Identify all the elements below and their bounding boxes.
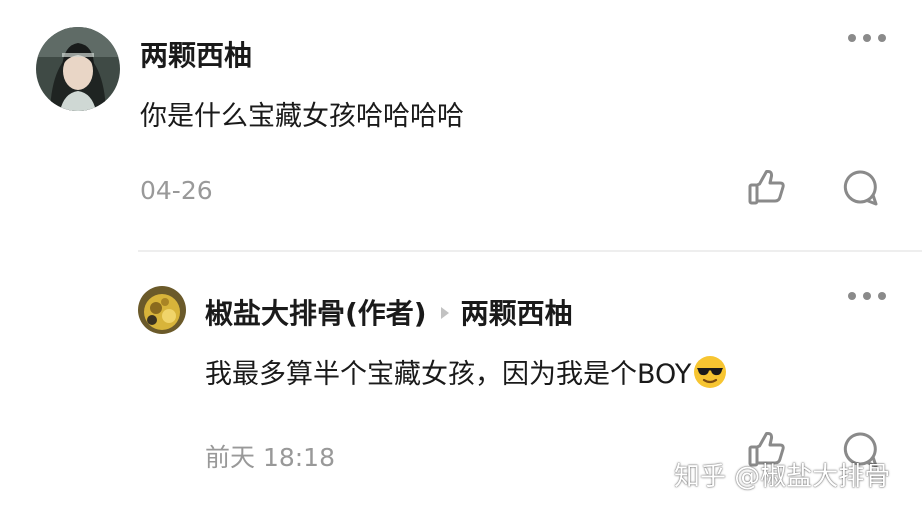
comment-time: 04-26 [140, 176, 213, 205]
more-dots-icon[interactable] [848, 290, 886, 302]
reply-to-user[interactable]: 两颗西柚 [461, 297, 573, 330]
comment-item: 两颗西柚 你是什么宝藏女孩哈哈哈哈 04-26 [0, 0, 922, 250]
more-dots-icon[interactable] [848, 32, 886, 44]
avatar-image [138, 286, 186, 334]
reply-arrow-icon [440, 307, 449, 319]
avatar-image [36, 27, 120, 111]
comment-author[interactable]: 两颗西柚 [140, 34, 252, 74]
reply-header: 椒盐大排骨(作者) 两颗西柚 [205, 292, 573, 332]
comment-bubble-icon[interactable] [840, 168, 880, 208]
avatar[interactable] [36, 27, 120, 111]
avatar[interactable] [138, 286, 186, 334]
comment-content: 你是什么宝藏女孩哈哈哈哈 [140, 101, 464, 132]
sunglasses-emoji-icon [693, 355, 727, 389]
comment-time: 前天 18:18 [205, 443, 335, 472]
watermark: 知乎 @椒盐大排骨 [674, 462, 891, 492]
thumbs-up-icon[interactable] [746, 168, 786, 208]
comment-author[interactable]: 椒盐大排骨(作者) [205, 297, 427, 330]
comment-content: 我最多算半个宝藏女孩，因为我是个BOY [205, 352, 727, 391]
comment-text: 我最多算半个宝藏女孩，因为我是个BOY [205, 359, 692, 390]
